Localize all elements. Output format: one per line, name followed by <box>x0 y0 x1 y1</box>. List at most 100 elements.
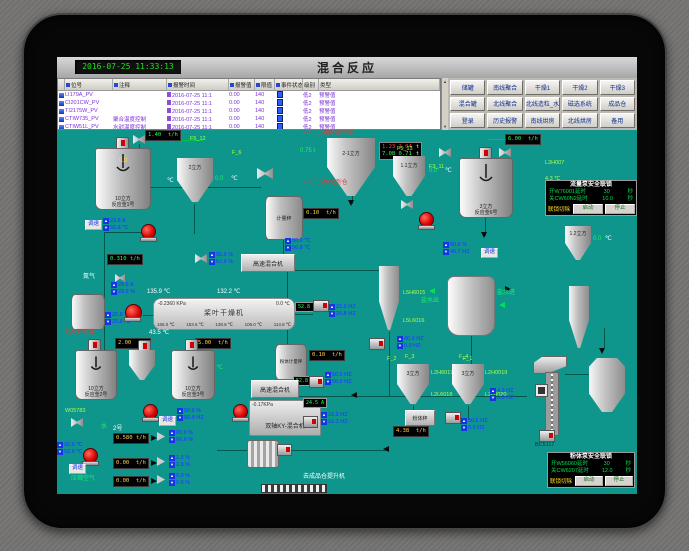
pump-icon[interactable] <box>233 404 248 419</box>
down-arrow-icon[interactable]: ▼ <box>325 379 331 385</box>
down-arrow-icon[interactable]: ▼ <box>443 249 449 255</box>
blower-icon[interactable] <box>125 304 142 321</box>
nav-button[interactable]: 干燥2 <box>562 80 597 95</box>
nav-button[interactable]: 混合罐 <box>450 97 485 112</box>
nav-button[interactable]: 登录 <box>450 113 485 128</box>
up-arrow-icon[interactable]: ▲ <box>169 473 175 479</box>
down-arrow-icon[interactable]: ▼ <box>169 437 175 443</box>
rotary-drum[interactable] <box>247 440 279 468</box>
nav-button[interactable]: 北线聚合 <box>487 97 522 112</box>
down-arrow-icon[interactable]: ▼ <box>285 245 291 251</box>
reactor-6-tank[interactable]: 3立方反应釜6号 <box>459 158 513 218</box>
nav-button[interactable]: 储罐 <box>450 80 485 95</box>
down-arrow-icon[interactable]: ▼ <box>209 259 215 265</box>
down-arrow-icon[interactable]: ▼ <box>103 225 109 231</box>
valve-icon[interactable] <box>133 135 145 144</box>
up-down-icons[interactable]: ▲▼ <box>325 372 331 385</box>
reactor-1-tank[interactable]: 0.0 10立方反应釜1号 <box>95 148 151 210</box>
up-down-icons[interactable]: ▲▼ <box>169 430 175 443</box>
hopper-2-1m3[interactable]: 2-1立方 <box>327 138 375 196</box>
alarm-row[interactable]: LI179A_PV 2016-07-25 11:1 0.00 140 低2 预警… <box>58 91 440 99</box>
cyclone-separator[interactable] <box>379 266 399 330</box>
down-arrow-icon[interactable]: ▼ <box>321 419 327 425</box>
up-arrow-icon[interactable]: ▲ <box>177 408 183 414</box>
pump-icon[interactable] <box>141 224 156 239</box>
header-state[interactable]: 事件状态 <box>275 79 303 90</box>
valve-icon[interactable] <box>195 254 207 263</box>
up-down-icons[interactable]: ▲▼ <box>177 408 183 421</box>
nav-button[interactable]: 磁选系统 <box>562 97 597 112</box>
reactor-2-tank[interactable]: 10立方反应釜2号 <box>75 350 117 400</box>
speed-button[interactable]: 调速 <box>159 416 176 426</box>
down-arrow-icon[interactable]: ▼ <box>461 425 467 431</box>
start-button[interactable]: 启动 <box>575 476 603 486</box>
stop-button[interactable]: 停止 <box>605 476 633 486</box>
product-silo[interactable] <box>589 358 625 412</box>
hopper-2m3[interactable]: 2立方 <box>177 158 213 202</box>
down-arrow-icon[interactable]: ▼ <box>169 480 175 486</box>
header-note[interactable]: 注释 <box>113 79 167 90</box>
up-down-icons[interactable]: ▲▼ <box>169 473 175 486</box>
up-down-icons[interactable]: ▲▼ <box>103 218 109 231</box>
down-arrow-icon[interactable]: ▼ <box>57 449 63 455</box>
bucket-elevator[interactable] <box>545 372 559 436</box>
valve-icon[interactable] <box>499 148 511 157</box>
up-down-icons[interactable]: ▲▼ <box>397 336 403 349</box>
nav-button[interactable]: 干燥3 <box>600 80 635 95</box>
up-down-icons[interactable]: ▲▼ <box>461 418 467 431</box>
scrubber-tank[interactable] <box>447 276 495 336</box>
header-time[interactable]: 报警时间 <box>167 79 229 90</box>
up-arrow-icon[interactable]: ▲ <box>443 242 449 248</box>
up-arrow-icon[interactable]: ▲ <box>103 218 109 224</box>
tall-cyclone[interactable] <box>569 286 589 348</box>
up-down-icons[interactable]: ▲▼ <box>285 238 291 251</box>
header-limit[interactable]: 限值 <box>255 79 275 90</box>
hopper-3m3-a[interactable]: 3立方 <box>397 364 429 404</box>
nav-button[interactable]: 南线烘房 <box>525 113 560 128</box>
header-tag[interactable]: 位号 <box>65 79 113 90</box>
speed-button[interactable]: 调速 <box>85 220 102 230</box>
pump-icon[interactable] <box>143 404 158 419</box>
down-arrow-icon[interactable]: ▼ <box>169 462 175 468</box>
alarm-row[interactable]: TI2175W_PV 2016-07-25 11:1 0.00 140 低2 预… <box>58 107 440 115</box>
powder-weigher[interactable]: 粉体秤 <box>405 410 435 426</box>
nav-button[interactable]: 干燥1 <box>525 80 560 95</box>
stop-button[interactable]: 停止 <box>605 204 635 214</box>
valve-icon[interactable] <box>71 418 83 427</box>
up-down-icons[interactable]: ▲▼ <box>105 312 111 325</box>
up-down-icons[interactable]: ▲▼ <box>329 304 335 317</box>
pump-icon[interactable] <box>83 448 98 463</box>
up-arrow-icon[interactable]: ▲ <box>397 336 403 342</box>
nav-button[interactable]: 历史报警 <box>487 113 522 128</box>
up-arrow-icon[interactable]: ▲ <box>490 388 496 394</box>
up-arrow-icon[interactable]: ▲ <box>285 238 291 244</box>
high-speed-mixer-2[interactable]: 高速混合机 <box>251 380 299 398</box>
up-down-icons[interactable]: ▲▼ <box>443 242 449 255</box>
valve-icon[interactable] <box>115 274 125 282</box>
metering-scale[interactable]: 计量秤 <box>265 196 303 240</box>
up-arrow-icon[interactable]: ▲ <box>169 430 175 436</box>
down-arrow-icon[interactable]: ▼ <box>397 343 403 349</box>
nav-button[interactable]: 北线造粒_水 <box>525 97 560 112</box>
scroll-down-icon[interactable]: ▼ <box>443 124 447 129</box>
up-arrow-icon[interactable]: ▲ <box>321 412 327 418</box>
up-down-icons[interactable]: ▲▼ <box>209 252 215 265</box>
hot-air-water-tank[interactable] <box>71 294 105 330</box>
down-arrow-icon[interactable]: ▼ <box>111 289 117 295</box>
up-arrow-icon[interactable]: ▲ <box>169 455 175 461</box>
up-down-icons[interactable]: ▲▼ <box>169 455 175 468</box>
up-arrow-icon[interactable]: ▲ <box>329 304 335 310</box>
down-arrow-icon[interactable]: ▼ <box>329 311 335 317</box>
high-speed-mixer[interactable]: 高速混合机 <box>241 254 295 272</box>
alarm-scrollbar[interactable]: ▲▼ <box>441 78 448 130</box>
hopper-1-1m3[interactable]: 1.1立方 <box>393 156 425 196</box>
start-button[interactable]: 启动 <box>573 204 603 214</box>
interlock-cut-label[interactable]: 联锁切除 <box>547 205 571 213</box>
up-arrow-icon[interactable]: ▲ <box>325 372 331 378</box>
hopper-3m3-b[interactable]: 3立方 <box>452 364 484 404</box>
nav-button[interactable]: 南线聚合 <box>487 80 522 95</box>
interlock-cut-label[interactable]: 联锁切除 <box>549 477 573 485</box>
header-type[interactable]: 类型 <box>319 79 440 90</box>
valve-icon[interactable] <box>257 168 273 179</box>
up-arrow-icon[interactable]: ▲ <box>111 282 117 288</box>
